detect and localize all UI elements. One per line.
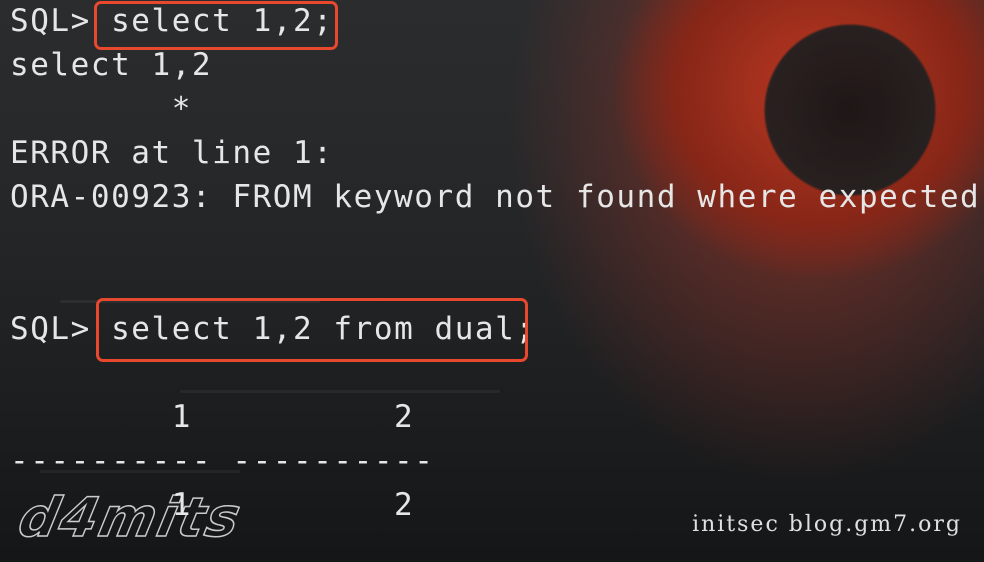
watermark-text: initsec blog.gm7.org	[692, 512, 962, 537]
terminal-output: SQL> select 1,2; select 1,2 * ERROR at l…	[0, 0, 984, 562]
error-message: ORA-00923: FROM keyword not found where …	[10, 179, 981, 215]
highlight-box	[96, 298, 528, 362]
watermark-logo: d4mits	[13, 485, 249, 550]
result-header: 1 2	[10, 399, 415, 435]
result-separator: ---------- ----------	[10, 443, 435, 479]
error-marker: *	[10, 91, 192, 127]
terminal-line-2: select 1,2	[10, 47, 213, 83]
highlight-box	[94, 1, 338, 50]
error-line: ERROR at line 1:	[10, 135, 334, 171]
